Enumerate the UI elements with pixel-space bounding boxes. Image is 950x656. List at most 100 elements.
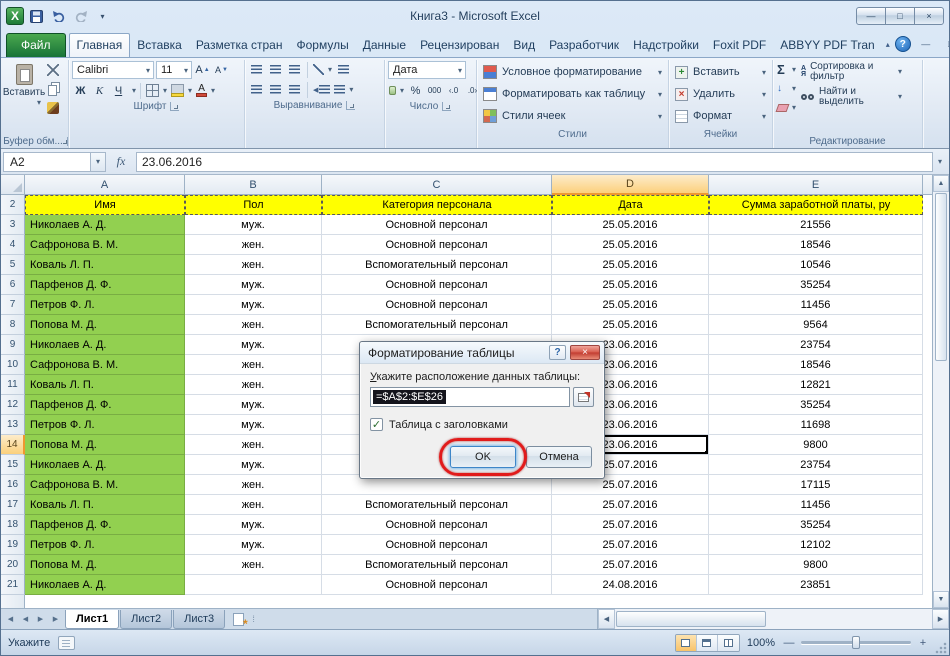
cell-B15[interactable]: муж. xyxy=(185,455,322,475)
fill-button[interactable]: ↓ ▾ xyxy=(776,80,797,97)
cell-B7[interactable]: муж. xyxy=(185,295,322,315)
row-header-10[interactable]: 10 xyxy=(1,355,25,375)
cell-D20[interactable]: 25.07.2016 xyxy=(552,555,709,575)
zoom-thumb[interactable] xyxy=(852,636,860,649)
accounting-format-button[interactable]: ▾ xyxy=(388,82,405,99)
cell-A14[interactable]: Попова М. Д. xyxy=(25,435,185,455)
cell-D7[interactable]: 25.05.2016 xyxy=(552,295,709,315)
cell-C5[interactable]: Вспомогательный персонал xyxy=(322,255,552,275)
delete-cells-button[interactable]: × Удалить ▾ xyxy=(672,83,769,105)
borders-button[interactable]: ▾ xyxy=(145,82,168,99)
cell-B6[interactable]: муж. xyxy=(185,275,322,295)
column-header-B[interactable]: B xyxy=(185,175,322,195)
align-center-button[interactable] xyxy=(267,81,284,98)
insert-function-button[interactable]: fx xyxy=(106,154,136,169)
qat-menu-button[interactable]: ▾ xyxy=(93,8,112,25)
format-painter-button[interactable] xyxy=(44,99,61,116)
format-cells-button[interactable]: Формат ▾ xyxy=(672,105,769,127)
increase-decimal-button[interactable]: ‹.0 xyxy=(445,82,462,99)
cell-A18[interactable]: Парфенов Д. Ф. xyxy=(25,515,185,535)
cell-D17[interactable]: 25.07.2016 xyxy=(552,495,709,515)
cell-A3[interactable]: Николаев А. Д. xyxy=(25,215,185,235)
ribbon-tab-Формулы[interactable]: Формулы xyxy=(289,34,355,57)
cell-A20[interactable]: Попова М. Д. xyxy=(25,555,185,575)
cell-B4[interactable]: жен. xyxy=(185,235,322,255)
cell-B21[interactable] xyxy=(185,575,322,595)
excel-logo-icon[interactable]: X xyxy=(6,7,24,25)
cell-D2[interactable]: Дата xyxy=(552,195,709,215)
column-header-E[interactable]: E xyxy=(709,175,923,195)
scroll-up-button[interactable]: ▲ xyxy=(933,175,949,192)
cell-D21[interactable]: 24.08.2016 xyxy=(552,575,709,595)
cell-B2[interactable]: Пол xyxy=(185,195,322,215)
cell-C3[interactable]: Основной персонал xyxy=(322,215,552,235)
cell-A10[interactable]: Сафронова В. М. xyxy=(25,355,185,375)
macro-record-button[interactable] xyxy=(58,635,76,650)
wrap-text-button[interactable] xyxy=(335,61,352,78)
cell-D8[interactable]: 25.05.2016 xyxy=(552,315,709,335)
row-header-4[interactable]: 4 xyxy=(1,235,25,255)
row-header-15[interactable]: 15 xyxy=(1,455,25,475)
comma-style-button[interactable]: 000 xyxy=(426,82,443,99)
cell-A11[interactable]: Коваль Л. П. xyxy=(25,375,185,395)
zoom-out-button[interactable]: — xyxy=(782,636,796,650)
increase-font-button[interactable]: А ▲ xyxy=(194,62,211,79)
paste-button[interactable]: Вставить ▾ xyxy=(3,61,45,134)
ribbon-tab-ABBYY PDF Tran[interactable]: ABBYY PDF Tran xyxy=(773,34,881,57)
cell-C7[interactable]: Основной персонал xyxy=(322,295,552,315)
cell-A19[interactable]: Петров Ф. Л. xyxy=(25,535,185,555)
font-name-select[interactable]: Calibri ▾ xyxy=(72,61,154,79)
page-layout-view-button[interactable] xyxy=(696,634,718,651)
cell-E10[interactable]: 18546 xyxy=(709,355,923,375)
align-bottom-button[interactable] xyxy=(286,61,303,78)
cell-A13[interactable]: Петров Ф. Л. xyxy=(25,415,185,435)
normal-view-button[interactable] xyxy=(675,634,697,651)
column-header-D[interactable]: D xyxy=(552,175,709,195)
cell-A12[interactable]: Парфенов Д. Ф. xyxy=(25,395,185,415)
find-select-button[interactable]: Найти и выделить ▾ xyxy=(799,86,904,108)
cell-C6[interactable]: Основной персонал xyxy=(322,275,552,295)
resize-grip[interactable] xyxy=(935,641,948,654)
cell-E4[interactable]: 18546 xyxy=(709,235,923,255)
cell-E2[interactable]: Сумма заработной платы, ру xyxy=(709,195,923,215)
headers-checkbox[interactable]: ✓ xyxy=(370,418,383,431)
cell-E21[interactable]: 23851 xyxy=(709,575,923,595)
row-header-5[interactable]: 5 xyxy=(1,255,25,275)
cell-E15[interactable]: 23754 xyxy=(709,455,923,475)
cell-E11[interactable]: 12821 xyxy=(709,375,923,395)
cell-B5[interactable]: жен. xyxy=(185,255,322,275)
row-header-18[interactable]: 18 xyxy=(1,515,25,535)
dialog-close-button[interactable]: × xyxy=(570,345,600,360)
fill-color-button[interactable]: ▾ xyxy=(170,82,193,99)
zoom-in-button[interactable]: + xyxy=(916,636,930,650)
row-header-20[interactable]: 20 xyxy=(1,555,25,575)
clear-button[interactable]: ▾ xyxy=(775,99,797,116)
vertical-scroll-track[interactable] xyxy=(933,192,949,591)
ribbon-tab-Надстройки[interactable]: Надстройки xyxy=(626,34,706,57)
align-right-button[interactable] xyxy=(286,81,303,98)
font-size-select[interactable]: 11 ▾ xyxy=(156,61,192,79)
row-header-17[interactable]: 17 xyxy=(1,495,25,515)
cell-E13[interactable]: 11698 xyxy=(709,415,923,435)
row-header-12[interactable]: 12 xyxy=(1,395,25,415)
first-sheet-button[interactable]: ◀ xyxy=(3,612,18,627)
cell-C18[interactable]: Основной персонал xyxy=(322,515,552,535)
cell-E7[interactable]: 11456 xyxy=(709,295,923,315)
cell-E17[interactable]: 11456 xyxy=(709,495,923,515)
insert-sheet-button[interactable]: * xyxy=(226,609,250,631)
cell-A2[interactable]: Имя xyxy=(25,195,185,215)
cell-styles-button[interactable]: Стили ячеек ▾ xyxy=(480,105,665,127)
zoom-track[interactable] xyxy=(801,636,911,649)
select-all-button[interactable] xyxy=(1,175,25,195)
cell-B18[interactable]: муж. xyxy=(185,515,322,535)
cell-D6[interactable]: 25.05.2016 xyxy=(552,275,709,295)
help-icon[interactable]: ? xyxy=(894,36,911,52)
align-left-button[interactable] xyxy=(248,81,265,98)
row-header-14[interactable]: 14 xyxy=(1,435,25,455)
ribbon-tab-Вид[interactable]: Вид xyxy=(506,34,542,57)
cell-A5[interactable]: Коваль Л. П. xyxy=(25,255,185,275)
minimize-ribbon-button[interactable]: ▴ xyxy=(886,40,890,49)
row-header-8[interactable]: 8 xyxy=(1,315,25,335)
ribbon-tab-Разметка стран[interactable]: Разметка стран xyxy=(189,34,290,57)
row-header-9[interactable]: 9 xyxy=(1,335,25,355)
